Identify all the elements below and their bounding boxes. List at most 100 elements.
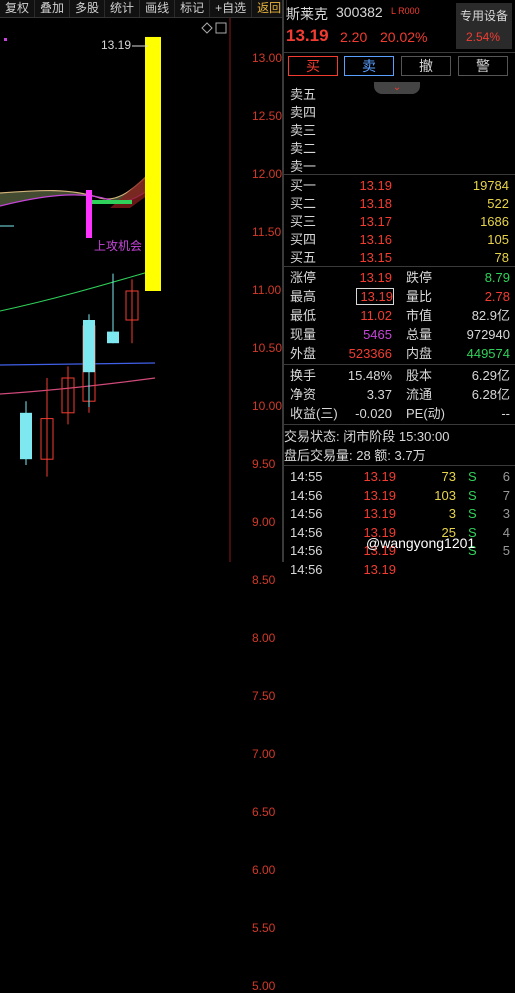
tick-price: 13.19 (363, 561, 396, 577)
stock-tags: L R000 (391, 6, 420, 16)
order-label: 买五 (290, 250, 317, 265)
stat-value: 3.37 (366, 387, 392, 402)
price-axis-label: 10.50 (252, 341, 283, 355)
tick-side: S (468, 487, 477, 503)
window-square-icon[interactable] (215, 22, 227, 34)
stat-value: 523366 (348, 346, 392, 361)
order-volume: 78 (494, 250, 509, 265)
tick-count: 7 (502, 487, 510, 503)
stat-label: 量比 (406, 289, 433, 304)
order-price: 13.17 (359, 214, 392, 229)
ma-line-blue (0, 362, 156, 366)
tick-count: 4 (502, 524, 510, 540)
price-axis-label: 12.50 (252, 109, 283, 123)
sector-pct: 2.54% (466, 30, 501, 44)
stat-label: 内盘 (406, 346, 433, 361)
candles-group (20, 36, 161, 477)
tick-row: 14:56 13.19 3 S 3 (284, 504, 515, 523)
price-axis-label: 6.50 (252, 805, 276, 819)
order-label: 卖三 (290, 123, 317, 138)
stat-value: -0.020 (355, 406, 392, 421)
diamond-icon[interactable] (201, 22, 213, 34)
price-axis-label: 7.00 (252, 747, 276, 761)
stat-value: 2.78 (484, 289, 510, 304)
stat-label: 换手 (290, 368, 317, 383)
stat-value: 6.28亿 (471, 387, 510, 402)
cancel-order-button[interactable]: 撤 (401, 56, 451, 76)
toolbar-add-watchlist-button[interactable]: +自选 (210, 0, 253, 17)
divider (284, 364, 515, 365)
stat-label: 股本 (406, 368, 433, 383)
tick-row: 14:56 13.19 (284, 560, 515, 579)
order-label: 买二 (290, 196, 317, 211)
kline-chart[interactable]: 13.19 上攻机会 13.00 12.50 12.00 11.50 11.00 10.5… (0, 18, 283, 993)
order-book-row: 买五 13.15 78 (284, 248, 515, 267)
divider (284, 266, 515, 267)
tick-time: 14:55 (290, 469, 323, 484)
stat-label: 流通 (406, 387, 433, 402)
tick-volume: 73 (441, 469, 456, 484)
price-axis-label: 6.00 (252, 863, 276, 877)
stat-label: 净资 (290, 387, 317, 402)
quote-stat-row: 涨停 13.19 跌停 8.79 (284, 268, 515, 287)
order-label: 卖四 (290, 105, 317, 120)
order-book-row: 卖四 (284, 103, 515, 122)
tick-time: 14:56 (290, 506, 323, 521)
chart-corner-marker (4, 38, 7, 41)
candle-body (83, 320, 95, 373)
stat-value: 13.19 (356, 288, 394, 305)
order-book-row: 卖三 (284, 121, 515, 140)
buy-button[interactable]: 买 (288, 56, 338, 76)
stat-value: 5465 (363, 327, 392, 342)
stat-value: 6.29亿 (471, 368, 510, 383)
tick-time: 14:56 (290, 561, 323, 577)
tick-side: S (468, 469, 477, 484)
stat-value: 15.48% (347, 368, 392, 383)
order-volume: 1686 (480, 214, 509, 229)
sell-button[interactable]: 卖 (344, 56, 394, 76)
candle-body (20, 412, 32, 460)
toolbar-multi-stock-button[interactable]: 多股 (70, 0, 106, 17)
toolbar-overlay-button[interactable]: 叠加 (35, 0, 71, 17)
ma-line-pink (0, 377, 156, 395)
divider (284, 465, 515, 466)
stock-name: 斯莱克 (286, 6, 328, 22)
alert-button[interactable]: 警 (458, 56, 508, 76)
toolbar-statistics-button[interactable]: 统计 (105, 0, 141, 17)
stat-value: 449574 (466, 346, 510, 361)
last-price: 13.19 (286, 26, 329, 45)
toolbar-mark-button[interactable]: 标记 (175, 0, 211, 17)
tick-side: S (468, 506, 477, 521)
price-change-pct: 20.02% (380, 29, 428, 45)
tick-count: 3 (502, 506, 510, 521)
tick-price: 13.19 (363, 487, 396, 503)
order-price: 13.18 (359, 196, 392, 211)
tick-count: 5 (502, 543, 510, 558)
stat-value: 11.02 (360, 308, 392, 323)
stat-value: 13.19 (359, 270, 392, 285)
stat-label: 最高 (290, 289, 317, 304)
order-book-row: 卖五 (284, 85, 515, 104)
fundamental-row: 换手 15.48% 股本 6.29亿 (284, 366, 515, 385)
toolbar-fuquan-button[interactable]: 复权 (0, 0, 36, 17)
chart-annotation: 上攻机会 (94, 239, 142, 253)
tick-price: 13.19 (363, 506, 396, 521)
stock-code: 300382 (336, 4, 383, 20)
price-axis-label: 13.00 (252, 51, 283, 65)
quote-stat-row: 最低 11.02 市值 82.9亿 (284, 306, 515, 325)
price-axis-label: 11.50 (252, 225, 282, 239)
tick-time: 14:56 (290, 524, 323, 540)
divider (284, 174, 515, 175)
toolbar-draw-line-button[interactable]: 画线 (140, 0, 176, 17)
sector-box[interactable]: 专用设备 2.54% (456, 3, 512, 49)
price-axis-label: 11.00 (252, 283, 282, 297)
tick-volume: 103 (434, 487, 456, 503)
stat-value: 82.9亿 (471, 308, 510, 323)
tick-time: 14:56 (290, 543, 323, 558)
order-book-row: 买四 13.16 105 (284, 230, 515, 249)
candle-body (107, 331, 119, 344)
watermark: @wangyong1201 (366, 535, 476, 551)
order-price: 13.16 (359, 232, 392, 247)
price-axis-label: 8.00 (252, 631, 276, 645)
tick-row: 14:55 13.19 73 S 6 (284, 467, 515, 486)
